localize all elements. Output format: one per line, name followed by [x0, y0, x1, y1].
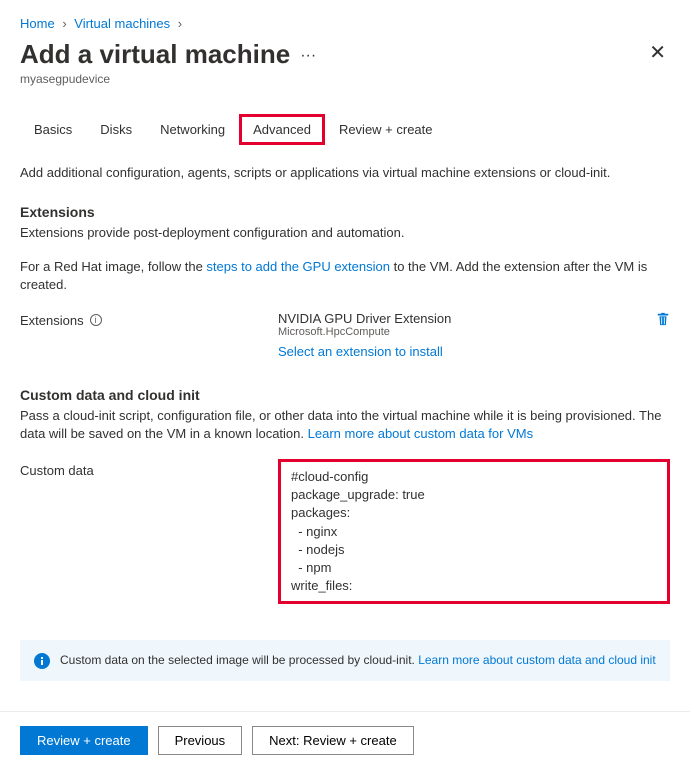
tab-description: Add additional configuration, agents, sc… — [20, 165, 670, 180]
cloud-init-learn-link[interactable]: Learn more about custom data and cloud i… — [418, 653, 655, 667]
extensions-text: Extensions provide post-deployment confi… — [20, 224, 670, 242]
extensions-redhat-note: For a Red Hat image, follow the steps to… — [20, 258, 670, 294]
gpu-extension-link[interactable]: steps to add the GPU extension — [206, 259, 390, 274]
tab-basics[interactable]: Basics — [20, 114, 86, 145]
tab-review[interactable]: Review + create — [325, 114, 447, 145]
extensions-heading: Extensions — [20, 204, 670, 220]
extension-item-publisher: Microsoft.HpcCompute — [278, 326, 640, 338]
cloud-init-text: Pass a cloud-init script, configuration … — [20, 407, 670, 443]
breadcrumb: Home › Virtual machines › — [20, 16, 670, 31]
chevron-right-icon: › — [178, 16, 182, 31]
info-banner: Custom data on the selected image will b… — [20, 640, 670, 681]
tabs: Basics Disks Networking Advanced Review … — [20, 114, 670, 145]
custom-data-label: Custom data — [20, 459, 278, 478]
close-icon[interactable]: ✕ — [645, 39, 670, 67]
more-actions-icon[interactable]: ··· — [300, 47, 316, 65]
info-icon[interactable]: i — [90, 314, 102, 326]
tab-advanced[interactable]: Advanced — [239, 114, 325, 145]
info-icon — [34, 653, 50, 669]
extension-item-name: NVIDIA GPU Driver Extension — [278, 311, 640, 326]
delete-extension-icon[interactable] — [656, 311, 670, 327]
custom-data-learn-link[interactable]: Learn more about custom data for VMs — [308, 426, 533, 441]
next-button[interactable]: Next: Review + create — [252, 726, 414, 755]
custom-data-textarea[interactable]: #cloud-config package_upgrade: true pack… — [278, 459, 670, 604]
tab-disks[interactable]: Disks — [86, 114, 146, 145]
review-create-button[interactable]: Review + create — [20, 726, 148, 755]
chevron-right-icon: › — [62, 16, 66, 31]
select-extension-link[interactable]: Select an extension to install — [278, 344, 443, 359]
extensions-label: Extensions — [20, 313, 84, 328]
device-name: myasegpudevice — [20, 72, 316, 86]
breadcrumb-vms[interactable]: Virtual machines — [74, 16, 170, 31]
cloud-init-heading: Custom data and cloud init — [20, 387, 670, 403]
page-title: Add a virtual machine — [20, 39, 290, 70]
previous-button[interactable]: Previous — [158, 726, 243, 755]
breadcrumb-home[interactable]: Home — [20, 16, 55, 31]
tab-networking[interactable]: Networking — [146, 114, 239, 145]
footer-actions: Review + create Previous Next: Review + … — [0, 711, 690, 769]
